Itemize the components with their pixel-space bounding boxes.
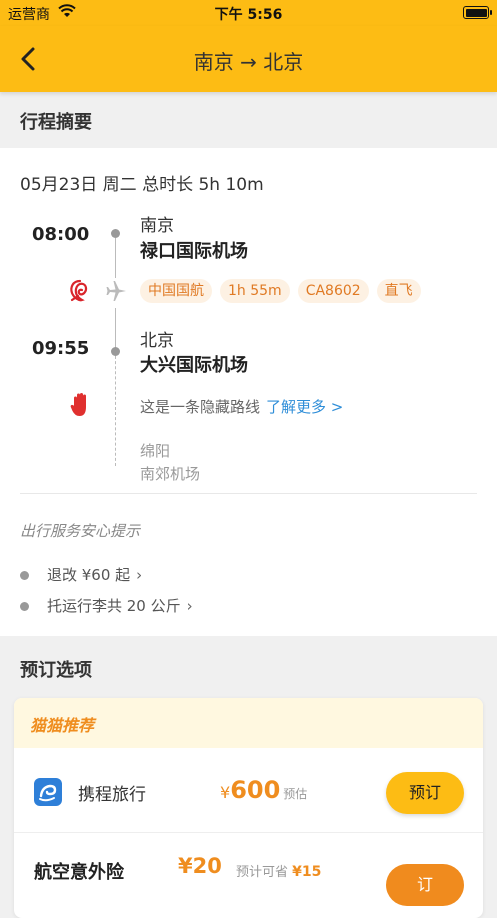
recommend-label: 猫猫推荐: [30, 716, 95, 735]
arrival-city: 北京: [140, 331, 174, 351]
price-note: 预估: [283, 787, 308, 801]
battery-icon: [463, 6, 492, 19]
booking-section-header: 预订选项: [0, 640, 497, 696]
book-button[interactable]: 预订: [386, 772, 464, 814]
recommend-banner: 猫猫推荐: [14, 698, 483, 748]
insurance-name: 航空意外险: [34, 862, 124, 883]
summary-header-label: 行程摘要: [20, 112, 92, 133]
arrival-dot: [111, 347, 120, 356]
currency-symbol: ¥: [220, 783, 231, 802]
vendor-row: 携程旅行 ¥600 预估 预订: [14, 748, 483, 833]
flight-tags: 中国国航 1h 55m CA8602 直飞: [140, 279, 421, 303]
via-airport: 南郊机场: [140, 465, 201, 483]
learn-more-link[interactable]: 了解更多 >: [266, 398, 343, 416]
summary-section-header: 行程摘要: [0, 92, 497, 148]
chevron-right-icon: ›: [186, 597, 193, 615]
timeline-dashed-line: [115, 356, 116, 466]
chevron-right-icon: ›: [136, 566, 143, 584]
service-tips-title: 出行服务安心提示: [20, 522, 141, 540]
tip-refund-text: 退改 ¥60 起: [47, 566, 131, 584]
tag-direct: 直飞: [376, 279, 421, 303]
arrival-time: 09:55: [32, 338, 90, 359]
saving-label: 预计可省: [236, 865, 289, 880]
ctrip-logo-icon: [34, 778, 62, 806]
tag-duration: 1h 55m: [220, 279, 290, 303]
via-city: 绵阳: [140, 442, 171, 460]
page-title: 南京 → 北京: [193, 50, 304, 74]
tag-flight-number: CA8602: [297, 279, 369, 303]
booking-header-label: 预订选项: [20, 660, 92, 681]
navigation-bar: 南京 → 北京: [0, 26, 497, 92]
tip-baggage-text: 托运行李共 20 公斤: [47, 597, 181, 615]
trip-date-duration: 05月23日 周二 总时长 5h 10m: [20, 175, 264, 195]
airline-logo-icon: [70, 279, 88, 302]
clock: 下午 5:56: [214, 7, 283, 23]
hidden-route-notice: 这是一条隐藏路线 了解更多 >: [140, 396, 343, 417]
hand-stop-icon: [70, 393, 86, 416]
bullet-dot: [20, 602, 29, 611]
bullet-dot: [20, 571, 29, 580]
timeline-line: [115, 238, 116, 278]
tag-airline: 中国国航: [140, 279, 212, 303]
departure-time: 08:00: [32, 224, 90, 245]
price-value: 600: [230, 776, 281, 804]
departure-airport: 禄口国际机场: [140, 241, 248, 262]
insurance-row: 航空意外险 ¥20 预计可省 ¥15 订: [14, 832, 483, 912]
hidden-route-text: 这是一条隐藏路线: [140, 398, 261, 416]
vendor-price: ¥600 预估: [220, 776, 307, 804]
insurance-book-button[interactable]: 订: [386, 864, 464, 906]
insurance-price: ¥20: [178, 854, 222, 878]
tip-refund[interactable]: 退改 ¥60 起 ›: [20, 564, 142, 585]
tip-baggage[interactable]: 托运行李共 20 公斤 ›: [20, 595, 193, 616]
departure-city: 南京: [140, 216, 174, 236]
divider: [20, 493, 477, 494]
arrival-airport: 大兴国际机场: [140, 355, 248, 376]
plane-icon: [106, 281, 126, 301]
saving-amount: ¥15: [292, 864, 322, 880]
insurance-saving: 预计可省 ¥15: [236, 861, 321, 880]
trip-summary-card: 05月23日 周二 总时长 5h 10m 08:00 南京 禄口国际机场 中国国…: [0, 148, 497, 636]
vendor-name: 携程旅行: [78, 785, 146, 805]
booking-options-card: 猫猫推荐 携程旅行 ¥600 预估 预订 航空意外险 ¥20 预计可省 ¥15 订: [14, 698, 483, 918]
timeline-line: [115, 308, 116, 348]
status-bar: 运营商 下午 5:56: [0, 0, 497, 26]
departure-dot: [111, 229, 120, 238]
